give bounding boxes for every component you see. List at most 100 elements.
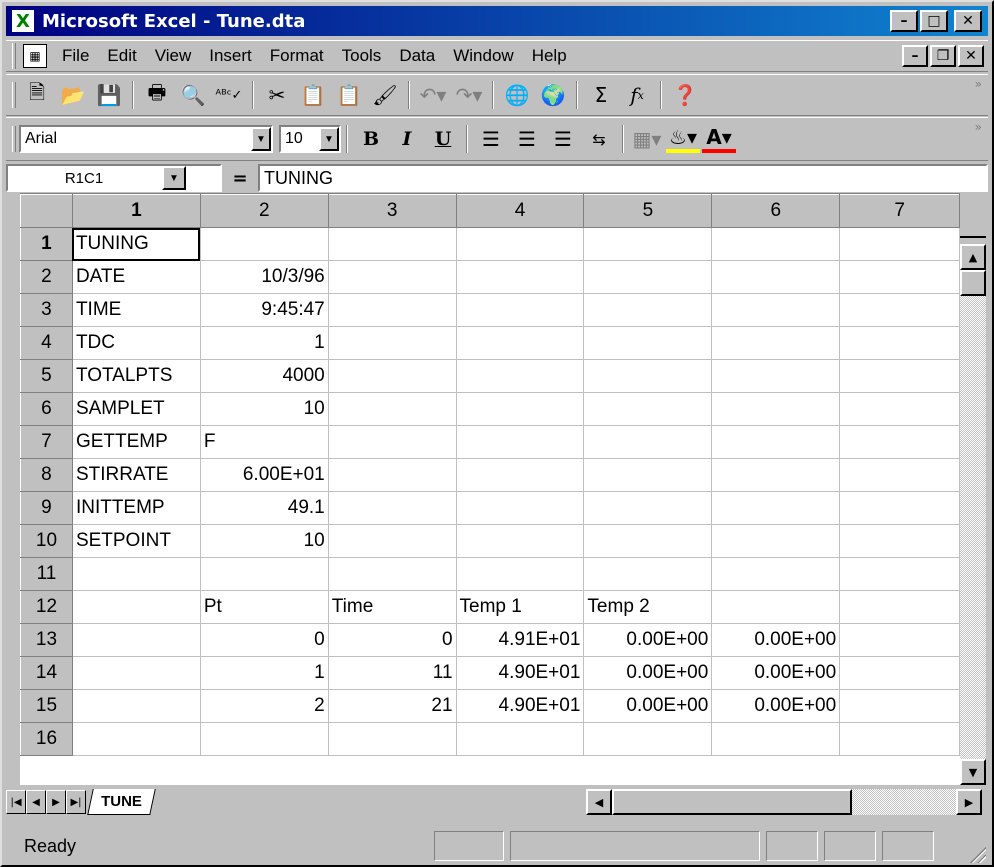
table-cell[interactable] [711, 227, 841, 261]
row-header[interactable]: 9 [20, 491, 73, 525]
save-icon[interactable]: 💾 [92, 79, 126, 111]
table-cell[interactable] [711, 458, 841, 492]
table-cell[interactable]: F [200, 425, 329, 459]
table-cell[interactable] [839, 293, 960, 327]
table-cell[interactable]: 4.90E+01 [456, 656, 585, 690]
table-cell[interactable]: 49.1 [200, 491, 329, 525]
table-cell[interactable] [711, 722, 841, 756]
table-cell[interactable] [711, 557, 841, 591]
row-header[interactable]: 6 [20, 392, 73, 426]
next-sheet-icon[interactable]: ▶ [46, 790, 66, 814]
underline-button[interactable]: U [426, 123, 460, 155]
table-cell[interactable] [328, 293, 457, 327]
table-cell[interactable] [72, 722, 201, 756]
table-cell[interactable] [72, 590, 201, 624]
table-cell[interactable]: 1 [200, 656, 329, 690]
table-cell[interactable] [839, 227, 960, 261]
first-sheet-icon[interactable]: |◀ [6, 790, 26, 814]
table-cell[interactable] [583, 557, 713, 591]
menu-format[interactable]: Format [261, 46, 333, 66]
name-box[interactable]: R1C1 ▼ [6, 164, 222, 192]
vertical-scrollbar[interactable]: ▲ ▼ [960, 244, 986, 785]
close-button[interactable]: ✕ [954, 10, 982, 32]
row-header[interactable]: 14 [20, 656, 73, 690]
row-header[interactable]: 2 [20, 260, 73, 294]
table-cell[interactable] [711, 425, 841, 459]
table-cell[interactable] [583, 425, 713, 459]
cut-icon[interactable]: ✂ [260, 79, 294, 111]
dropdown-arrow-icon[interactable]: ▼ [162, 166, 186, 190]
table-cell[interactable] [328, 722, 457, 756]
table-cell[interactable]: 2 [200, 689, 329, 723]
resize-grip-icon[interactable] [968, 845, 986, 863]
excel-logo-icon[interactable]: X [12, 10, 34, 32]
table-cell[interactable] [711, 326, 841, 360]
align-center-icon[interactable]: ☰ [510, 123, 544, 155]
table-cell[interactable]: SAMPLET [72, 392, 201, 426]
menu-help[interactable]: Help [523, 46, 576, 66]
table-cell[interactable] [839, 260, 960, 294]
table-cell[interactable] [456, 557, 585, 591]
table-cell[interactable] [72, 689, 201, 723]
row-header[interactable]: 10 [20, 524, 73, 558]
menu-window[interactable]: Window [444, 46, 522, 66]
table-cell[interactable]: Temp 1 [456, 590, 585, 624]
table-cell[interactable] [456, 293, 585, 327]
italic-button[interactable]: I [390, 123, 424, 155]
table-cell[interactable] [583, 392, 713, 426]
table-cell[interactable] [839, 326, 960, 360]
table-cell[interactable] [583, 260, 713, 294]
bold-button[interactable]: B [354, 123, 388, 155]
table-cell[interactable] [328, 227, 457, 261]
align-right-icon[interactable]: ☰ [546, 123, 580, 155]
table-cell[interactable] [583, 491, 713, 525]
table-cell[interactable] [583, 293, 713, 327]
table-cell[interactable] [839, 458, 960, 492]
table-cell[interactable]: 0.00E+00 [583, 623, 713, 657]
column-header[interactable]: 4 [455, 194, 585, 228]
column-header[interactable]: 2 [199, 194, 329, 228]
table-cell[interactable] [711, 359, 841, 393]
print-preview-icon[interactable]: 🔍 [176, 79, 210, 111]
table-cell[interactable]: 10/3/96 [200, 260, 329, 294]
table-cell[interactable] [839, 524, 960, 558]
select-all-corner[interactable] [20, 194, 73, 228]
table-cell[interactable]: 10 [200, 524, 329, 558]
table-cell[interactable] [328, 359, 457, 393]
table-cell[interactable] [711, 260, 841, 294]
doc-restore-button[interactable]: ❐ [930, 45, 956, 67]
row-header[interactable]: 7 [20, 425, 73, 459]
web-toolbar-icon[interactable]: 🌍 [536, 79, 570, 111]
table-cell[interactable]: 11 [328, 656, 457, 690]
worksheet-grid[interactable]: 1 2 3 4 5 6 7 1 TUNING 2 DATE 10/3/96 3 TIME 9:… [20, 193, 960, 785]
menubar-grip[interactable] [12, 43, 16, 69]
scroll-left-arrow-icon[interactable]: ◀ [586, 789, 612, 815]
table-cell[interactable] [839, 491, 960, 525]
formula-equals-icon[interactable]: = [222, 168, 258, 189]
borders-icon[interactable]: ▦▾ [630, 123, 664, 155]
menu-insert[interactable]: Insert [200, 46, 261, 66]
toolbar-grip[interactable] [12, 82, 16, 108]
row-header[interactable]: 15 [20, 689, 73, 723]
doc-minimize-button[interactable]: – [902, 45, 928, 67]
undo-icon[interactable]: ↶▾ [416, 79, 450, 111]
scroll-down-arrow-icon[interactable]: ▼ [960, 759, 986, 785]
insert-hyperlink-icon[interactable]: 🌐 [500, 79, 534, 111]
table-cell[interactable]: INITTEMP [72, 491, 201, 525]
table-cell[interactable]: 4.91E+01 [456, 623, 585, 657]
row-header[interactable]: 5 [20, 359, 73, 393]
spelling-icon[interactable]: ᴬᴮᶜ✓ [212, 79, 246, 111]
table-cell[interactable]: 0.00E+00 [711, 689, 841, 723]
table-cell[interactable] [711, 524, 841, 558]
row-header[interactable]: 8 [20, 458, 73, 492]
table-cell[interactable] [839, 392, 960, 426]
table-cell[interactable]: DATE [72, 260, 201, 294]
row-header[interactable]: 1 [20, 227, 73, 261]
table-cell[interactable]: SETPOINT [72, 524, 201, 558]
table-cell[interactable] [456, 227, 585, 261]
row-header[interactable]: 11 [20, 557, 73, 591]
table-cell[interactable] [839, 590, 960, 624]
table-cell[interactable] [583, 458, 713, 492]
horizontal-scrollbar[interactable]: ◀ ▶ [586, 789, 982, 815]
column-header[interactable]: 3 [327, 194, 457, 228]
